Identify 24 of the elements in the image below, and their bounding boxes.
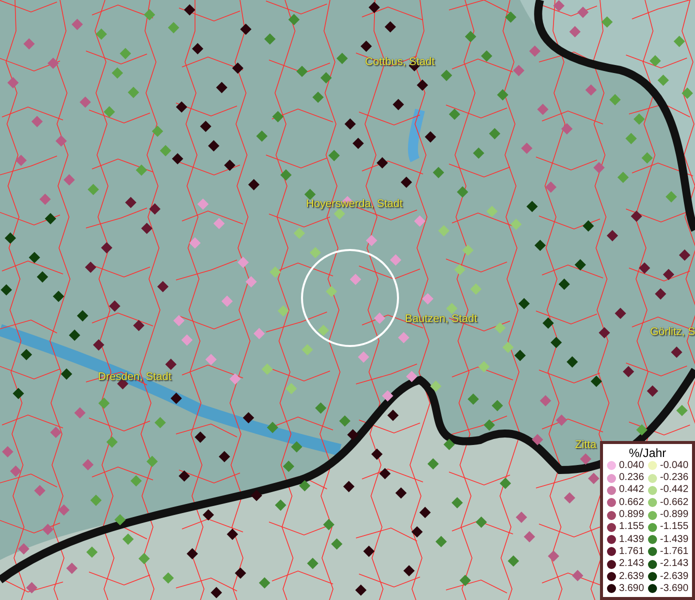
legend-value: -0.442 [660,485,688,496]
legend-value: 0.662 [619,498,644,508]
legend-value: 1.155 [619,522,644,532]
legend-value: -1.439 [660,534,688,545]
legend-value: -0.040 [660,460,688,471]
legend-value: -2.143 [660,559,688,570]
legend-value: 0.442 [619,485,644,496]
legend-value: 3.690 [619,584,644,594]
legend-value: -3.690 [660,584,688,594]
legend-value: -0.236 [660,473,688,484]
legend-value: 0.899 [619,510,644,520]
legend-value: 1.761 [619,546,644,557]
legend-value: -1.761 [660,546,688,557]
legend-value: 2.639 [619,572,644,582]
legend-value: -0.662 [660,498,688,508]
legend-value: -1.155 [660,522,688,532]
legend-value: 0.040 [619,460,644,471]
legend-value: -2.639 [660,572,688,582]
legend-value: 1.439 [619,534,644,545]
legend-value: 0.236 [619,473,644,484]
legend-value: 2.143 [619,559,644,570]
legend-value: -0.899 [660,510,688,520]
legend-title: %/Jahr [628,446,668,460]
city-label: Zitta [575,440,596,451]
